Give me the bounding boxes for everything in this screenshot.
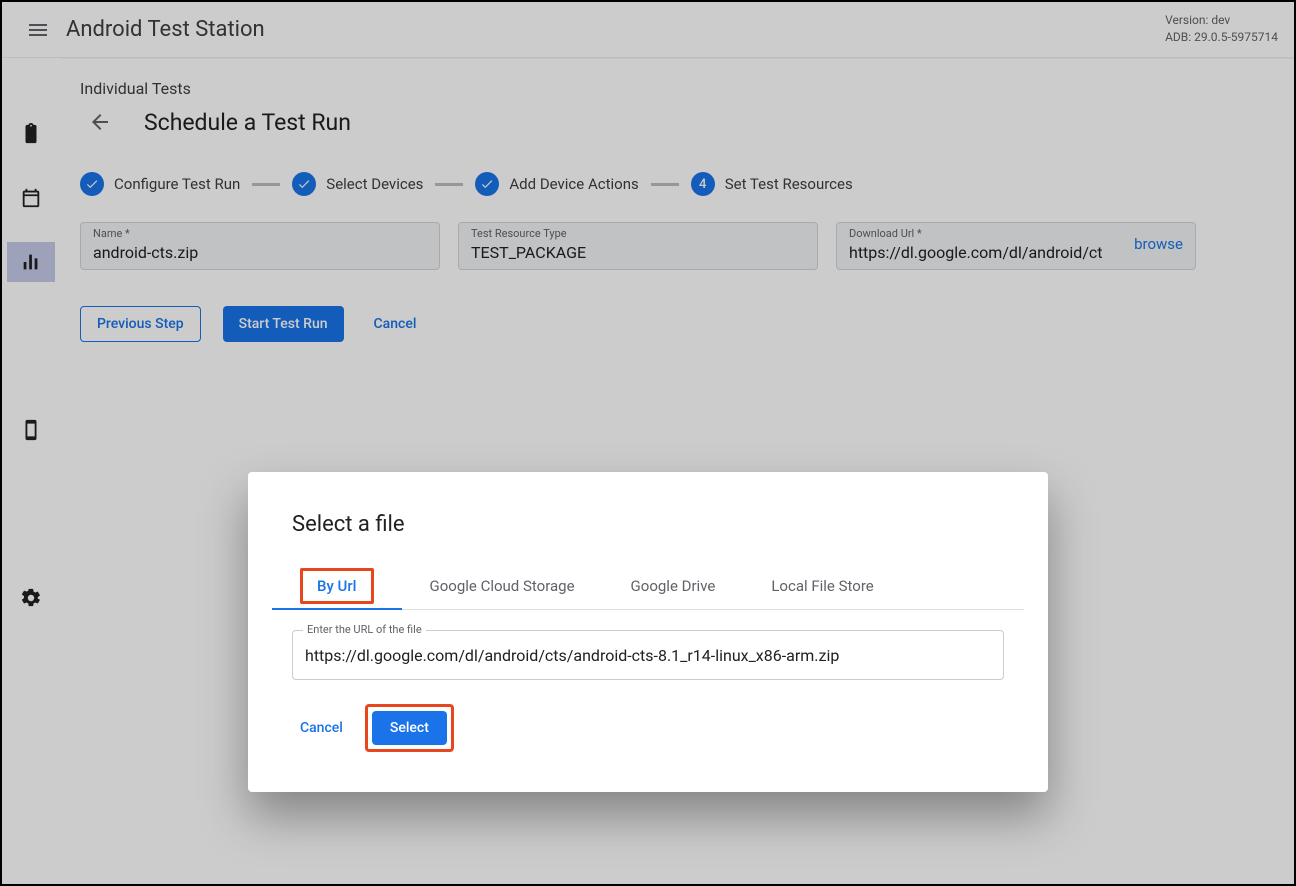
url-field-label: Enter the URL of the file bbox=[303, 623, 426, 636]
tab-label: Google Drive bbox=[631, 577, 716, 595]
tab-label: Local File Store bbox=[771, 577, 873, 595]
tab-by-url[interactable]: By Url bbox=[272, 563, 402, 609]
select-highlight: Select bbox=[365, 704, 454, 752]
dialog-cancel-button[interactable]: Cancel bbox=[292, 710, 351, 746]
dialog-tabs: By Url Google Cloud Storage Google Drive… bbox=[272, 563, 1024, 610]
dialog-select-button[interactable]: Select bbox=[372, 711, 447, 745]
tab-label: By Url bbox=[300, 568, 374, 604]
tab-label: Google Cloud Storage bbox=[430, 577, 575, 595]
tab-gcs[interactable]: Google Cloud Storage bbox=[402, 563, 603, 609]
dialog-title: Select a file bbox=[292, 512, 1004, 537]
dialog-actions: Cancel Select bbox=[292, 704, 1004, 752]
select-file-dialog: Select a file By Url Google Cloud Storag… bbox=[248, 472, 1048, 792]
tab-local[interactable]: Local File Store bbox=[743, 563, 901, 609]
tab-drive[interactable]: Google Drive bbox=[603, 563, 744, 609]
url-input[interactable] bbox=[305, 637, 991, 673]
url-field[interactable]: Enter the URL of the file bbox=[292, 630, 1004, 680]
